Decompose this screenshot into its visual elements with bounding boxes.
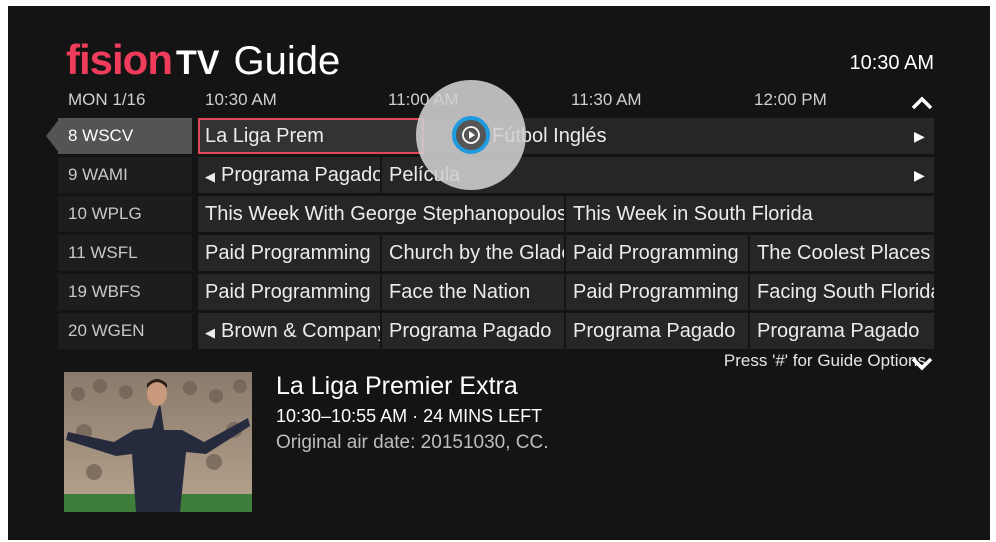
channel-8-wscv[interactable]: 8 WSCV xyxy=(58,118,192,154)
tv-guide-screen: fision TV Guide 10:30 AM MON 1/16 10:30 … xyxy=(8,6,990,540)
right-arrow-icon: ▶ xyxy=(914,128,925,144)
program-cell-la-liga-prem[interactable]: La Liga Prem xyxy=(198,118,424,154)
chevron-up-icon[interactable] xyxy=(910,95,934,111)
brand-tv: TV xyxy=(176,44,220,82)
play-icon[interactable] xyxy=(459,123,483,147)
program-cell[interactable]: This Week With George Stephanopoulos xyxy=(198,196,564,232)
page-title: Guide xyxy=(233,39,341,83)
program-cell[interactable]: Paid Programming xyxy=(566,235,748,271)
program-detail-time: 10:30–10:55 AM · 24 MINS LEFT xyxy=(276,406,543,426)
guide-options-hint: Press '#' for Guide Options xyxy=(723,351,926,370)
program-title: Programa Pagado xyxy=(221,164,380,186)
program-cell[interactable]: Paid Programming xyxy=(198,274,380,310)
program-cell[interactable]: Programa Pagado xyxy=(750,313,934,349)
left-arrow-icon: ◀ xyxy=(205,169,215,184)
time-slot-label: 10:30 AM xyxy=(205,90,277,109)
time-slot-label: 12:00 PM xyxy=(754,90,827,109)
program-detail-airdate: Original air date: 20151030, CC. xyxy=(276,432,549,453)
brand-name: fision xyxy=(66,36,173,83)
program-thumbnail xyxy=(64,372,252,512)
program-cell[interactable]: Facing South Florida xyxy=(750,274,934,310)
program-cell[interactable]: Church by the Glades xyxy=(382,235,564,271)
clock: 10:30 AM xyxy=(849,52,934,74)
program-cell[interactable]: Paid Programming xyxy=(198,235,380,271)
channel-9-wami[interactable]: 9 WAMI xyxy=(58,157,192,193)
channel-11-wsfl[interactable]: 11 WSFL xyxy=(58,235,192,271)
channel-19-wbfs[interactable]: 19 WBFS xyxy=(58,274,192,310)
chevron-down-icon[interactable] xyxy=(910,356,934,372)
program-cell[interactable]: The Coolest Places xyxy=(750,235,934,271)
program-cell[interactable]: This Week in South Florida xyxy=(566,196,934,232)
time-slot-label: 11:30 AM xyxy=(571,90,642,109)
program-cell[interactable]: Programa Pagado xyxy=(566,313,748,349)
program-cell[interactable]: Face the Nation xyxy=(382,274,564,310)
channel-20-wgen[interactable]: 20 WGEN xyxy=(58,313,192,349)
program-cell[interactable]: Programa Pagado xyxy=(382,313,564,349)
program-cell[interactable]: ◀ Programa Pagado xyxy=(198,157,380,193)
date-label: MON 1/16 xyxy=(68,90,146,109)
program-title: Brown & Company xyxy=(221,320,380,342)
right-arrow-icon: ▶ xyxy=(914,167,925,183)
left-arrow-icon: ◀ xyxy=(205,325,215,340)
program-detail-title: La Liga Premier Extra xyxy=(276,372,518,400)
fision-tv-logo: fision TV Guide xyxy=(66,36,341,83)
program-cell[interactable]: Paid Programming xyxy=(566,274,748,310)
channel-10-wplg[interactable]: 10 WPLG xyxy=(58,196,192,232)
program-cell[interactable]: ◀ Brown & Company xyxy=(198,313,380,349)
